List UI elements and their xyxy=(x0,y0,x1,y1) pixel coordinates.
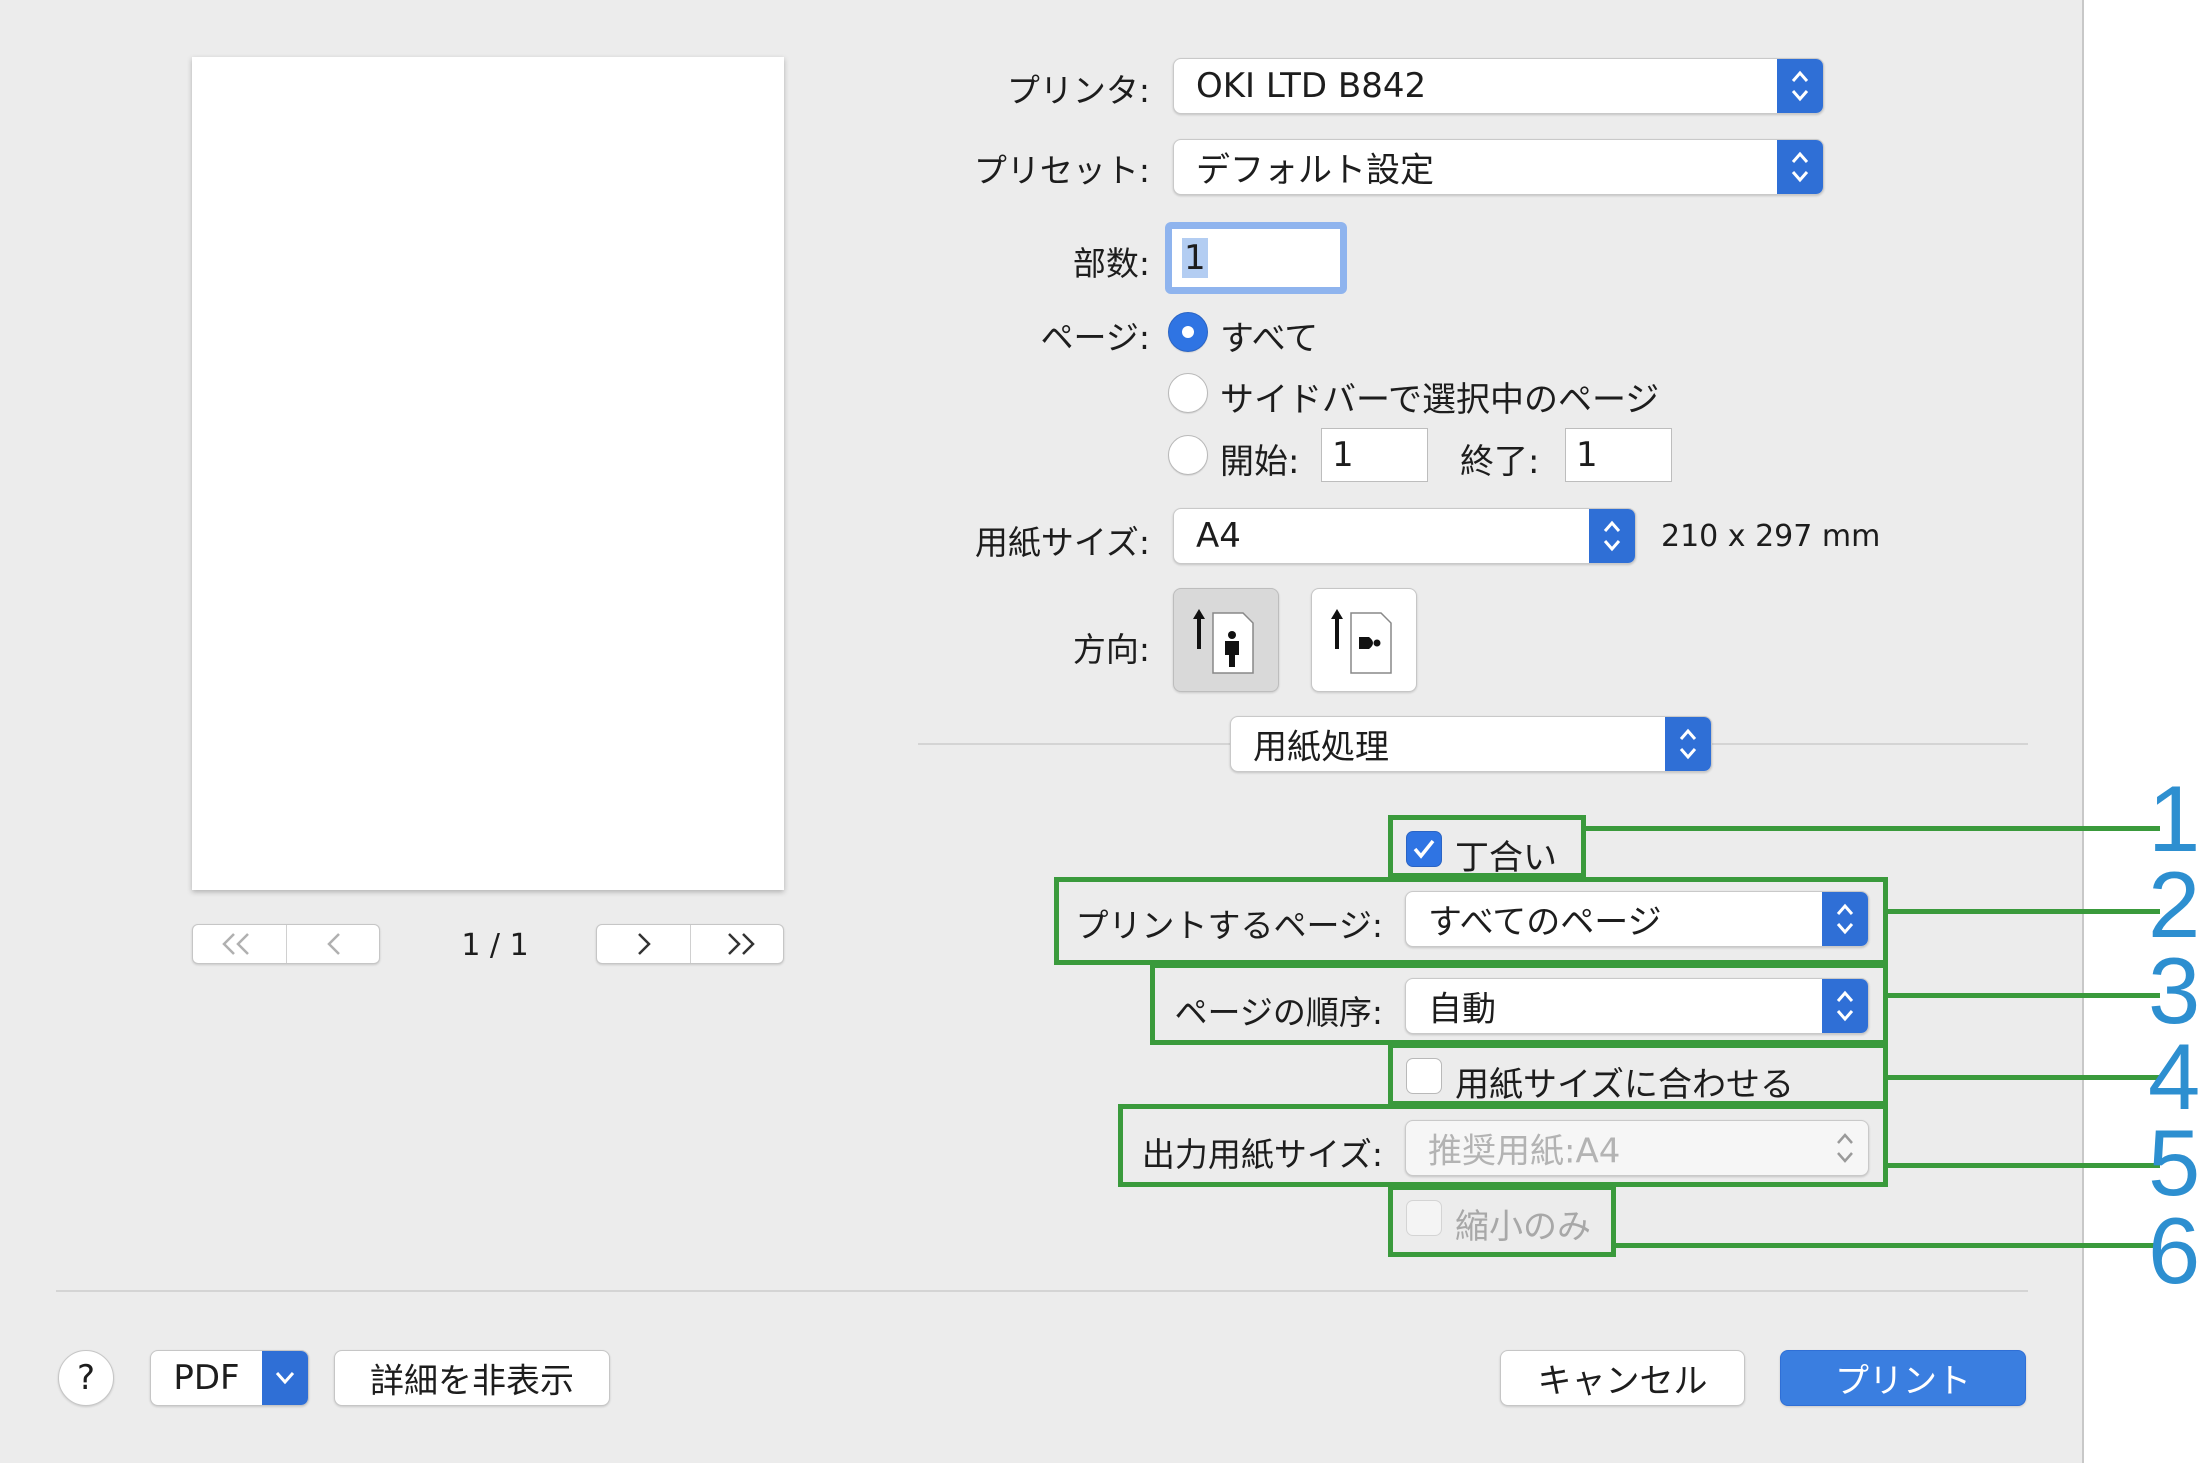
landscape-button[interactable] xyxy=(1311,588,1417,692)
callout-box-2 xyxy=(1054,877,1888,965)
orientation-label: 方向: xyxy=(1072,630,1150,669)
callout-line-5 xyxy=(1888,1163,2160,1168)
callout-box-3 xyxy=(1150,963,1888,1045)
section-value: 用紙処理 xyxy=(1253,727,1389,768)
callout-line-1 xyxy=(1586,826,2160,831)
updown-arrows-icon xyxy=(1589,509,1635,563)
preset-select[interactable]: デフォルト設定 xyxy=(1173,139,1824,195)
paper-dimensions: 210 x 297 mm xyxy=(1661,519,1881,554)
section-separator-right xyxy=(1712,743,2028,745)
pdf-button[interactable]: PDF xyxy=(150,1350,309,1406)
double-chevron-right-icon xyxy=(728,933,755,955)
section-select[interactable]: 用紙処理 xyxy=(1230,716,1712,772)
pages-to-label: 終了: xyxy=(1460,442,1540,482)
callout-box-6 xyxy=(1388,1185,1616,1257)
pages-to-value: 1 xyxy=(1576,435,1598,475)
hide-details-label: 詳細を非表示 xyxy=(370,1361,574,1402)
pdf-label: PDF xyxy=(173,1358,240,1398)
pages-from-value: 1 xyxy=(1332,435,1354,475)
pages-to-input[interactable]: 1 xyxy=(1565,428,1672,482)
printer-value: OKI LTD B842 xyxy=(1196,66,1427,106)
cancel-button[interactable]: キャンセル xyxy=(1500,1350,1745,1406)
first-page-button[interactable] xyxy=(193,925,287,963)
cancel-label: キャンセル xyxy=(1537,1361,1708,1402)
page-preview xyxy=(192,57,784,890)
paper-size-value: A4 xyxy=(1196,516,1241,556)
pages-all-label: すべて xyxy=(1220,319,1319,359)
callout-box-4 xyxy=(1388,1043,1888,1106)
preview-nav-forward-group xyxy=(596,924,784,964)
help-button[interactable]: ? xyxy=(58,1350,114,1406)
pages-all-radio[interactable] xyxy=(1168,312,1208,352)
preview-nav-back-group xyxy=(192,924,380,964)
chevron-left-icon xyxy=(327,933,340,955)
pages-label: ページ: xyxy=(1040,318,1150,357)
callout-line-2 xyxy=(1888,909,2160,914)
chevron-right-icon xyxy=(638,933,651,955)
updown-arrows-icon xyxy=(1777,140,1823,194)
callout-line-6 xyxy=(1616,1243,2160,1248)
hide-details-button[interactable]: 詳細を非表示 xyxy=(334,1350,610,1406)
copies-value: 1 xyxy=(1182,238,1208,278)
page-indicator: 1 / 1 xyxy=(461,928,529,963)
next-page-button[interactable] xyxy=(597,925,691,963)
help-icon: ? xyxy=(76,1358,96,1398)
pages-range-radio[interactable] xyxy=(1168,435,1208,475)
copies-label: 部数: xyxy=(1072,244,1150,283)
print-label: プリント xyxy=(1835,1361,1971,1402)
preset-label: プリセット: xyxy=(973,151,1150,190)
updown-arrows-icon xyxy=(1777,59,1823,113)
paper-size-label: 用紙サイズ: xyxy=(974,523,1150,562)
paper-size-select[interactable]: A4 xyxy=(1173,508,1636,564)
callout-number-6: 6 xyxy=(2148,1198,2200,1303)
callout-line-3 xyxy=(1888,993,2160,998)
landscape-orientation-icon xyxy=(1331,609,1392,674)
portrait-button[interactable] xyxy=(1173,588,1279,692)
double-chevron-left-icon xyxy=(222,933,249,955)
pages-sidebar-radio[interactable] xyxy=(1168,373,1208,413)
preset-value: デフォルト設定 xyxy=(1196,150,1434,191)
pages-from-input[interactable]: 1 xyxy=(1321,428,1428,482)
pages-from-label: 開始: xyxy=(1220,442,1300,482)
callout-box-1 xyxy=(1388,815,1586,878)
callout-line-4 xyxy=(1888,1075,2160,1080)
section-separator-left xyxy=(918,743,1230,745)
chevron-down-icon xyxy=(262,1351,308,1405)
copies-input[interactable]: 1 xyxy=(1172,229,1340,287)
portrait-orientation-icon xyxy=(1193,609,1254,674)
last-page-button[interactable] xyxy=(691,925,784,963)
pages-sidebar-label: サイドバーで選択中のページ xyxy=(1220,380,1660,420)
footer-separator xyxy=(56,1290,2028,1292)
printer-select[interactable]: OKI LTD B842 xyxy=(1173,58,1824,114)
printer-label: プリンタ: xyxy=(1006,71,1150,110)
updown-arrows-icon xyxy=(1665,717,1711,771)
print-button[interactable]: プリント xyxy=(1780,1350,2026,1406)
previous-page-button[interactable] xyxy=(287,925,380,963)
callout-number-5: 5 xyxy=(2148,1110,2200,1215)
callout-box-5 xyxy=(1118,1104,1888,1187)
